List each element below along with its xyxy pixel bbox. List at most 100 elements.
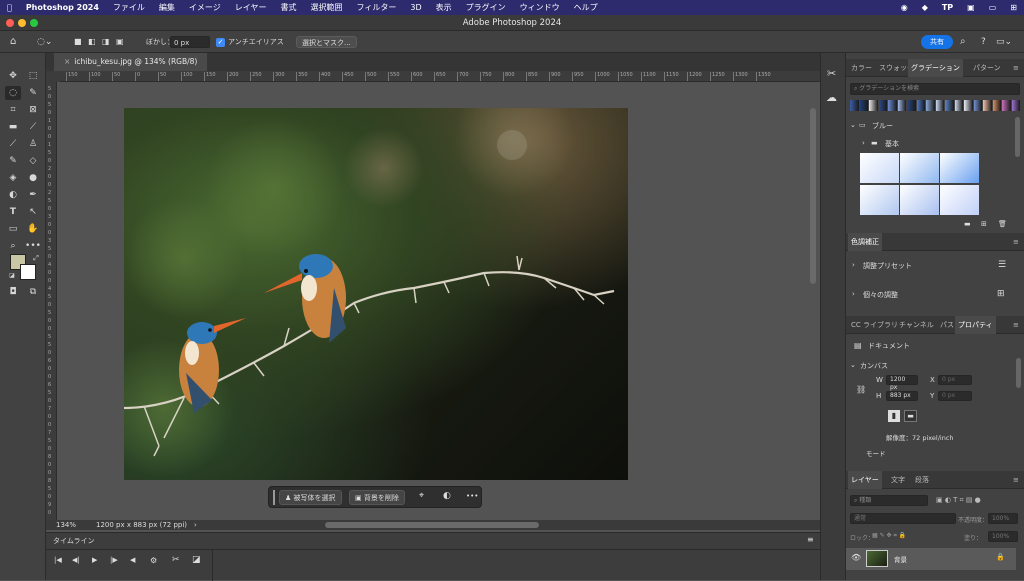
gradient-swatch[interactable] [859, 100, 868, 111]
transition-icon[interactable]: ◪ [192, 555, 201, 565]
vertical-scrollbar[interactable] [810, 108, 816, 284]
visibility-eye-icon[interactable]: 👁 [851, 553, 861, 562]
gradient-swatch[interactable] [850, 100, 859, 111]
prev-frame-icon[interactable]: ◀| [72, 556, 80, 564]
help-icon[interactable]: ? [981, 36, 986, 48]
width-input[interactable]: 1200 px [886, 375, 918, 391]
height-input[interactable]: 883 px [886, 391, 918, 401]
ruler-tool-icon[interactable]: ▬ [5, 120, 21, 134]
first-frame-icon[interactable]: |◀ [54, 556, 62, 564]
subtract-selection-icon[interactable]: ◨ [102, 36, 110, 48]
lasso-preset-icon[interactable]: ◌⌄ [37, 36, 52, 48]
tab-paragraph[interactable]: 段落 [912, 471, 932, 489]
menu-app-name[interactable]: Photoshop 2024 [19, 3, 106, 12]
timeline-title[interactable]: タイムライン [53, 536, 95, 546]
cut-icon[interactable]: ✂ [172, 555, 180, 565]
close-document-icon[interactable]: × [64, 57, 70, 66]
new-group-icon[interactable]: ▬ [964, 220, 971, 228]
menu-edit[interactable]: 編集 [152, 2, 182, 13]
portrait-orientation-icon[interactable]: ▮ [888, 410, 900, 422]
zoom-window-button[interactable] [30, 19, 38, 27]
list-view-icon[interactable]: ☰ [998, 260, 1006, 270]
healing-tool-icon[interactable]: ✎ [5, 154, 21, 168]
new-selection-icon[interactable]: ■ [74, 36, 82, 48]
drag-handle[interactable] [273, 490, 275, 505]
gradient-swatch[interactable] [992, 100, 1001, 111]
gradient-scrollbar[interactable] [1015, 117, 1020, 157]
close-window-button[interactable] [6, 19, 14, 27]
panel-menu-icon[interactable]: ≡ [1010, 471, 1022, 489]
tab-properties[interactable]: プロパティ [955, 316, 996, 334]
adjustment-presets-label[interactable]: 調整プリセット [863, 261, 912, 271]
select-and-mask-button[interactable]: 選択とマスク... [296, 36, 357, 48]
tools-settings-icon[interactable]: ✂ [827, 67, 836, 80]
menu-filter[interactable]: フィルター [350, 2, 404, 13]
libraries-icon[interactable]: ☁ [826, 91, 837, 104]
screen-mode-icon[interactable]: ⧉ [25, 285, 41, 299]
opacity-input[interactable]: 100% [988, 513, 1018, 524]
select-subject-button[interactable]: ♟ 被写体を選択 [279, 490, 342, 505]
folder-basic-chevron-icon[interactable]: › [862, 139, 865, 147]
marquee-tool-icon[interactable]: ⬚ [25, 69, 41, 83]
canvas-section-label[interactable]: カンバス [860, 361, 888, 371]
new-gradient-icon[interactable]: ⊞ [981, 220, 987, 228]
horizontal-ruler[interactable]: 150 100 50 0 50 100 150 200 250 300 350 400 450 500 55… [60, 71, 820, 82]
properties-scrollbar[interactable] [1016, 358, 1021, 388]
tab-adjustments[interactable]: 色調補正 [848, 233, 882, 251]
menu-plugins[interactable]: プラグイン [459, 2, 513, 13]
path-select-tool-icon[interactable]: ↖ [25, 205, 41, 219]
timeline-menu-icon[interactable]: ≡ [807, 535, 814, 544]
workspace-icon[interactable]: ▭⌄ [996, 36, 1012, 48]
background-color-swatch[interactable] [20, 264, 36, 280]
menu-view[interactable]: 表示 [429, 2, 459, 13]
status-icon[interactable]: ◆ [915, 3, 935, 12]
eyedropper-tool-icon[interactable]: ⟋ [25, 120, 41, 134]
gradient-swatch[interactable] [878, 100, 887, 111]
gradient-swatch[interactable] [907, 100, 916, 111]
control-center-icon[interactable]: ⊞ [1003, 3, 1024, 12]
crop-tool-icon[interactable]: ⌗ [5, 103, 21, 117]
menu-file[interactable]: ファイル [106, 2, 152, 13]
gradient-preset[interactable] [860, 184, 899, 215]
tab-channels[interactable]: チャンネル [896, 316, 937, 334]
zoom-tool-icon[interactable]: ⌕ [5, 239, 21, 253]
adjustment-icon[interactable]: ◐ [443, 491, 451, 501]
gradient-swatch[interactable] [954, 100, 963, 111]
creative-cloud-icon[interactable]: ◉ [894, 3, 915, 12]
settings-icon[interactable]: ⚙ [150, 556, 157, 565]
gradient-swatch[interactable] [964, 100, 973, 111]
minimize-window-button[interactable] [18, 19, 26, 27]
link-icon[interactable]: ⛓ [856, 385, 866, 394]
gradient-swatch[interactable] [1011, 100, 1020, 111]
gradient-swatch[interactable] [926, 100, 935, 111]
zoom-level[interactable]: 134% [56, 520, 76, 530]
gradient-search-input[interactable]: ⌕ グラデーションを検索 [850, 83, 1020, 95]
blend-mode-select[interactable]: 通常 [850, 513, 956, 524]
gradient-preset[interactable] [900, 184, 939, 215]
lasso-tool-icon[interactable]: ◌ [5, 86, 21, 100]
tab-paths[interactable]: パス [937, 316, 957, 334]
panel-menu-icon[interactable]: ≡ [1010, 233, 1022, 251]
next-frame-icon[interactable]: |▶ [110, 556, 118, 564]
menu-image[interactable]: イメージ [182, 2, 228, 13]
delete-icon[interactable]: 🗑 [998, 220, 1007, 228]
chevron-right-icon[interactable]: › [852, 290, 855, 298]
move-tool-icon[interactable]: ✥ [5, 69, 21, 83]
eraser-tool-icon[interactable]: ◇ [25, 154, 41, 168]
input-source-label[interactable]: TP [935, 3, 960, 12]
share-button[interactable]: 共有 [921, 35, 953, 49]
menu-select[interactable]: 選択範囲 [304, 2, 350, 13]
chevron-down-icon[interactable]: ⌄ [850, 361, 856, 369]
pen-tool-icon[interactable]: ✒ [25, 188, 41, 202]
apple-icon[interactable]:  [0, 3, 19, 12]
layer-filter-select[interactable]: ⌕ 種類 [850, 495, 928, 506]
gradient-swatch[interactable] [1002, 100, 1011, 111]
gradient-swatch[interactable] [916, 100, 925, 111]
tab-patterns[interactable]: パターン [970, 59, 1004, 77]
feather-input[interactable]: 0 px [170, 36, 210, 48]
ruler-origin[interactable] [46, 71, 60, 82]
blur-tool-icon[interactable]: ● [25, 171, 41, 185]
tab-layers[interactable]: レイヤー [848, 471, 882, 489]
status-arrow-button[interactable]: › [194, 520, 197, 530]
menu-help[interactable]: ヘルプ [567, 2, 605, 13]
